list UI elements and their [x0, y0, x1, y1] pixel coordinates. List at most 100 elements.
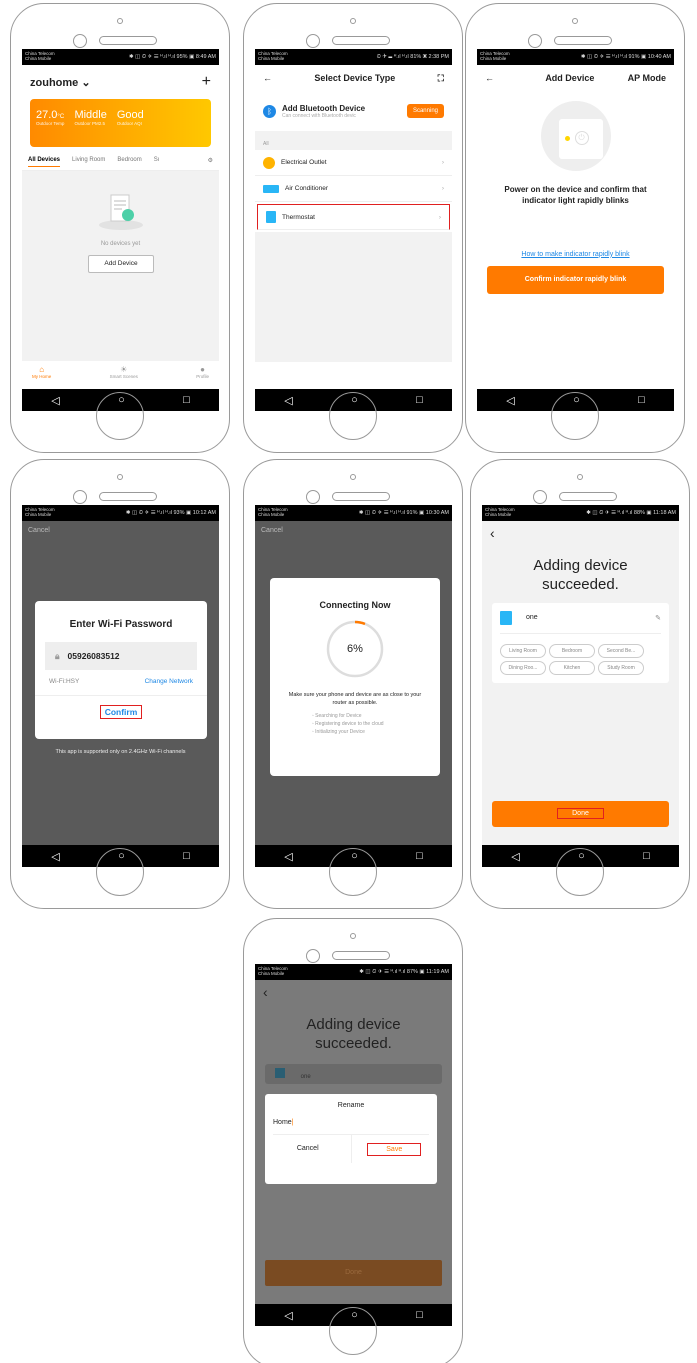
recent-icon[interactable]: □	[643, 850, 650, 862]
rename-input[interactable]: Home|	[273, 1119, 429, 1135]
device-type-thermostat[interactable]: Thermostat ›	[257, 204, 450, 230]
room-chip[interactable]: Second Be...	[598, 643, 644, 658]
nav-my-home[interactable]: ⌂ My Home	[32, 365, 51, 379]
room-chip[interactable]: Bedroom	[549, 643, 595, 658]
wifi-note: This app is supported only on 2.4GHz Wi-…	[55, 749, 186, 755]
page-title: Select Device Type	[314, 73, 396, 83]
room-chip[interactable]: Study Room	[598, 660, 644, 675]
recent-icon[interactable]: □	[416, 850, 423, 862]
status-bar: China Telecom China Mobile ✱ ◫ ⏲ ✈ ☰ ᴴ.ıl…	[22, 49, 219, 65]
weather-card: 27.0°C Outdoor Temp Middle Outdoor PM2.5 G…	[30, 99, 211, 147]
carrier-label: China Mobile	[485, 512, 512, 517]
scanning-button[interactable]: Scanning	[406, 104, 444, 118]
scan-icon[interactable]: ⛶	[438, 73, 444, 84]
room-tabs: All Devices Living Room Bedroom Sı ⚙	[22, 149, 219, 171]
back-arrow-icon[interactable]: ←	[263, 73, 272, 83]
back-icon[interactable]: ◁	[284, 850, 292, 863]
home-button[interactable]	[556, 848, 604, 896]
home-button[interactable]	[329, 848, 377, 896]
nav-smart-scenes[interactable]: ☀ Smart Scenes	[110, 365, 138, 379]
speaker	[332, 36, 390, 45]
done-label: Done	[557, 808, 604, 819]
home-button[interactable]	[96, 392, 144, 440]
tab-all-devices[interactable]: All Devices	[28, 157, 61, 167]
wifi-dialog: Enter Wi-Fi Password 🔒︎ 05926083512 Wi-Fi…	[35, 601, 207, 739]
status-icons: ✱ ◫ ⏲ ✈ ☰ ᴴ.ıl ᴴ.ıl 95% ▣ 8:49 AM	[128, 53, 216, 60]
aqi-value: Good	[116, 109, 144, 121]
save-button[interactable]: Save	[367, 1142, 422, 1156]
phone-rename: China Telecom China Mobile ✱ ◫ ⏲ ✈ ☰ ᴴ.ıl…	[243, 918, 463, 1363]
how-to-link[interactable]: How to make indicator rapidly blink	[477, 251, 674, 258]
device-type-outlet[interactable]: Electrical Outlet ›	[255, 150, 452, 176]
device-type-air-conditioner[interactable]: Air Conditioner ›	[255, 176, 452, 202]
cancel-button[interactable]: Cancel	[265, 1135, 352, 1163]
carrier-label: China Mobile	[25, 56, 52, 61]
edit-icon[interactable]: ✎	[655, 614, 661, 622]
back-icon[interactable]: ◁	[51, 850, 59, 863]
home-button[interactable]	[551, 392, 599, 440]
status-icons: ✱ ◫ ⏲ ✈ ☰ ᴴ.ıl ᴴ.ıl 88% ▣ 11:18 AM	[586, 509, 676, 516]
status-icons: ⏲ ✈ ☰ ᴴ.ıl ᴴ.ıl 81% ▣ 2:38 PM	[376, 53, 449, 60]
home-button[interactable]	[329, 1307, 377, 1355]
sensor	[306, 490, 320, 504]
back-chevron-icon[interactable]: ‹	[482, 521, 679, 545]
empty-area	[255, 232, 452, 362]
proximity-note: Make sure your phone and device are as c…	[288, 692, 422, 706]
status-icons: ✱ ◫ ⏲ ✈ ☰ ᴴ.ıl ᴴ.ıl 93% ▣ 10:12 AM	[125, 509, 216, 516]
home-icon: ⌂	[39, 365, 45, 374]
carrier-label: China Mobile	[25, 512, 52, 517]
tab-more[interactable]: Sı	[154, 157, 160, 167]
room-chip[interactable]: Living Room	[500, 643, 546, 658]
pm-label: Outdoor PM2.5	[74, 121, 105, 126]
tab-bedroom[interactable]: Bedroom	[117, 157, 141, 167]
screen-home: China Telecom China Mobile ✱ ◫ ⏲ ✈ ☰ ᴴ.ıl…	[22, 49, 219, 411]
phone-select-device: China Telecom China Mobile ⏲ ✈ ☰ ᴴ.ıl ᴴ.ı…	[243, 3, 463, 453]
done-button[interactable]: Done	[492, 801, 669, 827]
bluetooth-row[interactable]: ᛒ Add Bluetooth Device Can connect with B…	[255, 91, 452, 131]
recent-icon[interactable]: □	[638, 394, 645, 406]
dialog-title: Rename	[337, 1102, 365, 1109]
camera	[350, 933, 356, 939]
camera	[117, 474, 123, 480]
add-device-button[interactable]: Add Device	[88, 255, 154, 273]
add-icon[interactable]: +	[202, 73, 211, 91]
aqi-label: Outdoor AQI	[116, 121, 142, 126]
home-button[interactable]	[329, 392, 377, 440]
recent-icon[interactable]: □	[183, 394, 190, 406]
tab-living-room[interactable]: Living Room	[72, 157, 105, 167]
confirm-blink-button[interactable]: Confirm indicator rapidly blink	[487, 265, 664, 294]
phone-ap-mode: China Telecom China Mobile ✱ ◫ ⏲ ✈ ☰ ᴴ.ıl…	[465, 3, 685, 453]
recent-icon[interactable]: □	[416, 1309, 423, 1321]
ap-mode-link[interactable]: AP Mode	[628, 73, 666, 83]
home-button[interactable]	[96, 848, 144, 896]
back-icon[interactable]: ◁	[506, 394, 514, 407]
confirm-button[interactable]: Confirm	[99, 705, 143, 719]
back-chevron-icon[interactable]: ‹	[255, 980, 452, 1004]
recent-icon[interactable]: □	[416, 394, 423, 406]
temp-unit: °C	[57, 114, 65, 120]
cancel-link[interactable]: Cancel	[22, 521, 219, 540]
recent-icon[interactable]: □	[183, 850, 190, 862]
sensor	[306, 949, 320, 963]
home-selector[interactable]: zouhome ⌄	[30, 76, 91, 89]
sensor	[533, 490, 547, 504]
gear-icon[interactable]: ⚙	[208, 157, 213, 167]
back-icon[interactable]: ◁	[284, 394, 292, 407]
status-bar: China Telecom China Mobile ✱ ◫ ⏲ ✈ ☰ ᴴ.ıl…	[477, 49, 674, 65]
back-icon[interactable]: ◁	[51, 394, 59, 407]
back-icon[interactable]: ◁	[284, 1309, 292, 1322]
sensor	[528, 34, 542, 48]
chevron-right-icon: ›	[441, 185, 444, 192]
step-label: Searching for Device	[315, 713, 362, 720]
status-bar: China Telecom China Mobile ⏲ ✈ ☰ ᴴ.ıl ᴴ.ı…	[255, 49, 452, 65]
back-icon[interactable]: ◁	[511, 850, 519, 863]
password-field[interactable]: 🔒︎ 05926083512	[45, 642, 197, 670]
room-chip[interactable]: Kitchen	[549, 660, 595, 675]
phone-wifi-password: China Telecom China Mobile ✱ ◫ ⏲ ✈ ☰ ᴴ.ıl…	[10, 459, 230, 909]
carrier-label: China Mobile	[480, 56, 507, 61]
nav-profile[interactable]: ● Profile	[196, 365, 209, 379]
room-chip[interactable]: Dining Roo...	[500, 660, 546, 675]
change-network-link[interactable]: Change Network	[145, 678, 193, 685]
back-arrow-icon[interactable]: ←	[485, 73, 494, 83]
cancel-link[interactable]: Cancel	[255, 521, 452, 540]
